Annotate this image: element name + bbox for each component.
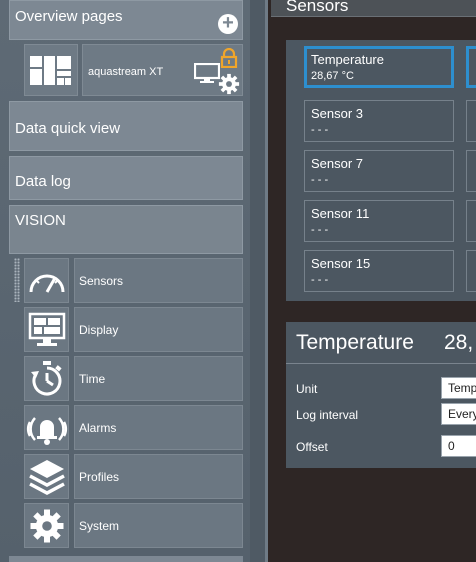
sensor-name: Sensor 15 [311,256,371,271]
sidebar-next-section[interactable] [9,556,243,562]
sensor-tile-partial[interactable] [466,100,476,142]
sensor-value: 28,67 °C [311,70,354,82]
sidebar-item-sensors[interactable]: Sensors [74,258,243,303]
sensor-name: Temperature [311,52,384,67]
display-icon-tile[interactable] [24,307,69,352]
overview-pages-header[interactable]: Overview pages + [9,0,243,40]
gear-icon[interactable] [218,73,240,95]
lock-icon[interactable] [220,48,238,68]
sensor-tile-sensor-3[interactable]: Sensor 3 - - - [304,100,454,142]
profiles-label: Profiles [79,470,120,484]
sensor-tile-partial[interactable] [466,250,476,292]
profiles-icon-tile[interactable] [24,454,69,499]
sensor-name: Sensor 3 [311,106,364,121]
system-label: System [79,519,120,533]
monitor-icon[interactable] [194,63,220,83]
gauge-icon [29,274,64,293]
time-label: Time [79,372,106,386]
overview-page-name: aquastream XT [88,66,164,78]
drag-handle[interactable] [14,258,20,302]
vision-label: VISION [15,212,66,229]
stopwatch-icon [30,360,62,395]
offset-input[interactable]: 0 [441,435,476,457]
sensor-detail-header: Temperature 28, [286,322,476,364]
sensor-tile-partial[interactable] [466,200,476,242]
sensor-detail-title: Temperature [296,331,414,354]
unit-select[interactable]: Temp [441,377,476,399]
alarm-bell-icon [26,416,67,445]
sidebar-item-profiles[interactable]: Profiles [74,454,243,499]
log-interval-select[interactable]: Every [441,403,476,425]
time-icon-tile[interactable] [24,356,69,401]
sensor-tile-partial[interactable] [466,150,476,192]
display-label: Display [79,323,119,337]
sidebar-scroll-track[interactable] [250,0,265,562]
dashboard-layout-icon [30,56,71,85]
page-title: Sensors [286,0,349,15]
main-title-bar: Sensors [271,0,476,17]
sensor-tile-sensor-11[interactable]: Sensor 11 - - - [304,200,454,242]
sensor-tile-sensor-15[interactable]: Sensor 15 - - - [304,250,454,292]
layers-icon [28,459,65,495]
sensor-value: - - - [311,174,329,186]
overview-pages-label: Overview pages [15,8,123,25]
overview-page-item[interactable]: aquastream XT [82,44,243,96]
sensor-name: Sensor 7 [311,156,364,171]
sensor-value: - - - [311,124,329,136]
display-layout-icon [28,312,65,346]
sidebar-item-system[interactable]: System [74,503,243,548]
unit-label: Unit [296,382,318,396]
sensor-tile-temperature[interactable]: Temperature 28,67 °C [304,46,454,88]
data-quick-view-label: Data quick view [15,120,121,137]
add-overview-icon[interactable]: + [218,13,238,34]
sidebar-item-display[interactable]: Display [74,307,243,352]
log-interval-label: Log interval [296,408,359,422]
sensors-label: Sensors [79,274,124,288]
data-quick-view-item[interactable]: Data quick view [9,101,243,151]
sensor-value: - - - [311,274,329,286]
sensor-name: Sensor 11 [311,206,370,221]
sidebar-item-time[interactable]: Time [74,356,243,401]
sensor-tile-partial[interactable] [466,46,476,88]
data-log-item[interactable]: Data log [9,156,243,200]
overview-page-thumbnail[interactable] [24,44,78,96]
sensor-detail-value: 28, [444,331,474,354]
offset-label: Offset [296,440,328,454]
sensor-value: - - - [311,224,329,236]
sensor-tile-sensor-7[interactable]: Sensor 7 - - - [304,150,454,192]
sensors-icon-tile[interactable] [24,258,69,303]
gear-icon [30,509,63,542]
alarms-label: Alarms [79,421,117,435]
alarms-icon-tile[interactable] [24,405,69,450]
system-icon-tile[interactable] [24,503,69,548]
vision-section-header[interactable]: VISION [9,205,243,254]
sidebar-item-alarms[interactable]: Alarms [74,405,243,450]
data-log-label: Data log [15,173,71,190]
